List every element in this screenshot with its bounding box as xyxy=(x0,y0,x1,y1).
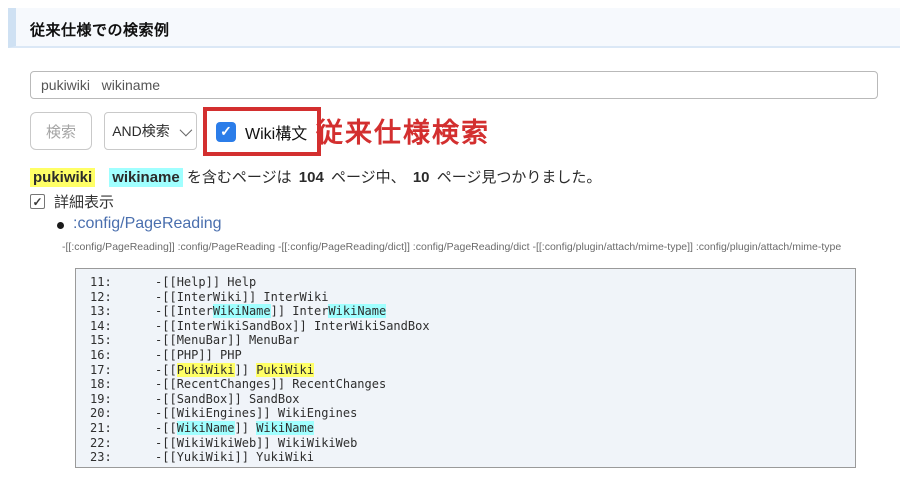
page-title: 従来仕様での検索例 xyxy=(16,8,900,40)
search-term-2: wikiname xyxy=(109,168,183,187)
code-line: 14: -[[InterWikiSandBox]] InterWikiSandB… xyxy=(90,319,855,334)
result-text-1: を含むページは xyxy=(183,169,296,186)
code-line: 21: -[[WikiName]] WikiName xyxy=(90,421,855,436)
check-icon: ✓ xyxy=(220,123,232,140)
list-bullet-icon xyxy=(57,222,64,229)
search-mode-value: AND検索 xyxy=(112,121,170,141)
search-result-summary: pukiwiki wikiname を含むページは 104 ページ中、 10 ペー… xyxy=(30,166,601,187)
code-line: 17: -[[PukiWiki]] PukiWiki xyxy=(90,363,855,378)
check-icon: ✓ xyxy=(32,196,42,208)
detail-display-label[interactable]: 詳細表示 xyxy=(54,191,114,212)
chevron-down-icon xyxy=(179,123,192,136)
search-input[interactable] xyxy=(30,71,878,99)
result-snippet: -[[:config/PageReading]] :config/PageRea… xyxy=(62,241,905,255)
detail-display-checkbox[interactable]: ✓ xyxy=(30,194,45,209)
result-text-3: ページ見つかりました。 xyxy=(433,169,602,186)
code-line: 12: -[[InterWiki]] InterWiki xyxy=(90,290,855,305)
code-line: 19: -[[SandBox]] SandBox xyxy=(90,392,855,407)
code-preview-block: 11: -[[Help]] Help12: -[[InterWiki]] Int… xyxy=(75,268,856,468)
page: 従来仕様での検索例 検索 AND検索 ✓ Wiki構文 従来仕様検索 pukiw… xyxy=(0,0,910,478)
code-line: 23: -[[YukiWiki]] YukiWiki xyxy=(90,450,855,465)
code-line: 16: -[[PHP]] PHP xyxy=(90,348,855,363)
code-line: 20: -[[WikiEngines]] WikiEngines xyxy=(90,406,855,421)
result-page-link[interactable]: :config/PageReading xyxy=(73,215,222,233)
wiki-syntax-checkbox[interactable]: ✓ xyxy=(216,122,236,142)
found-pages-count: 10 xyxy=(410,169,433,186)
annotation-text: 従来仕様検索 xyxy=(316,111,490,150)
code-line: 22: -[[WikiWikiWeb]] WikiWikiWeb xyxy=(90,436,855,451)
total-pages-count: 104 xyxy=(296,169,327,186)
code-line: 11: -[[Help]] Help xyxy=(90,275,855,290)
section-header: 従来仕様での検索例 xyxy=(8,8,900,48)
code-line: 18: -[[RecentChanges]] RecentChanges xyxy=(90,377,855,392)
detail-display-row: ✓ 詳細表示 xyxy=(30,191,114,212)
result-text-2: ページ中、 xyxy=(327,169,410,186)
wiki-syntax-label[interactable]: Wiki構文 xyxy=(245,120,307,144)
search-button[interactable]: 検索 xyxy=(30,112,92,150)
code-line: 15: -[[MenuBar]] MenuBar xyxy=(90,333,855,348)
code-line: 13: -[[InterWikiName]] InterWikiName xyxy=(90,304,855,319)
search-term-1: pukiwiki xyxy=(30,168,95,187)
wiki-syntax-highlight-box: ✓ Wiki構文 xyxy=(203,107,321,156)
search-mode-select[interactable]: AND検索 xyxy=(104,112,197,150)
